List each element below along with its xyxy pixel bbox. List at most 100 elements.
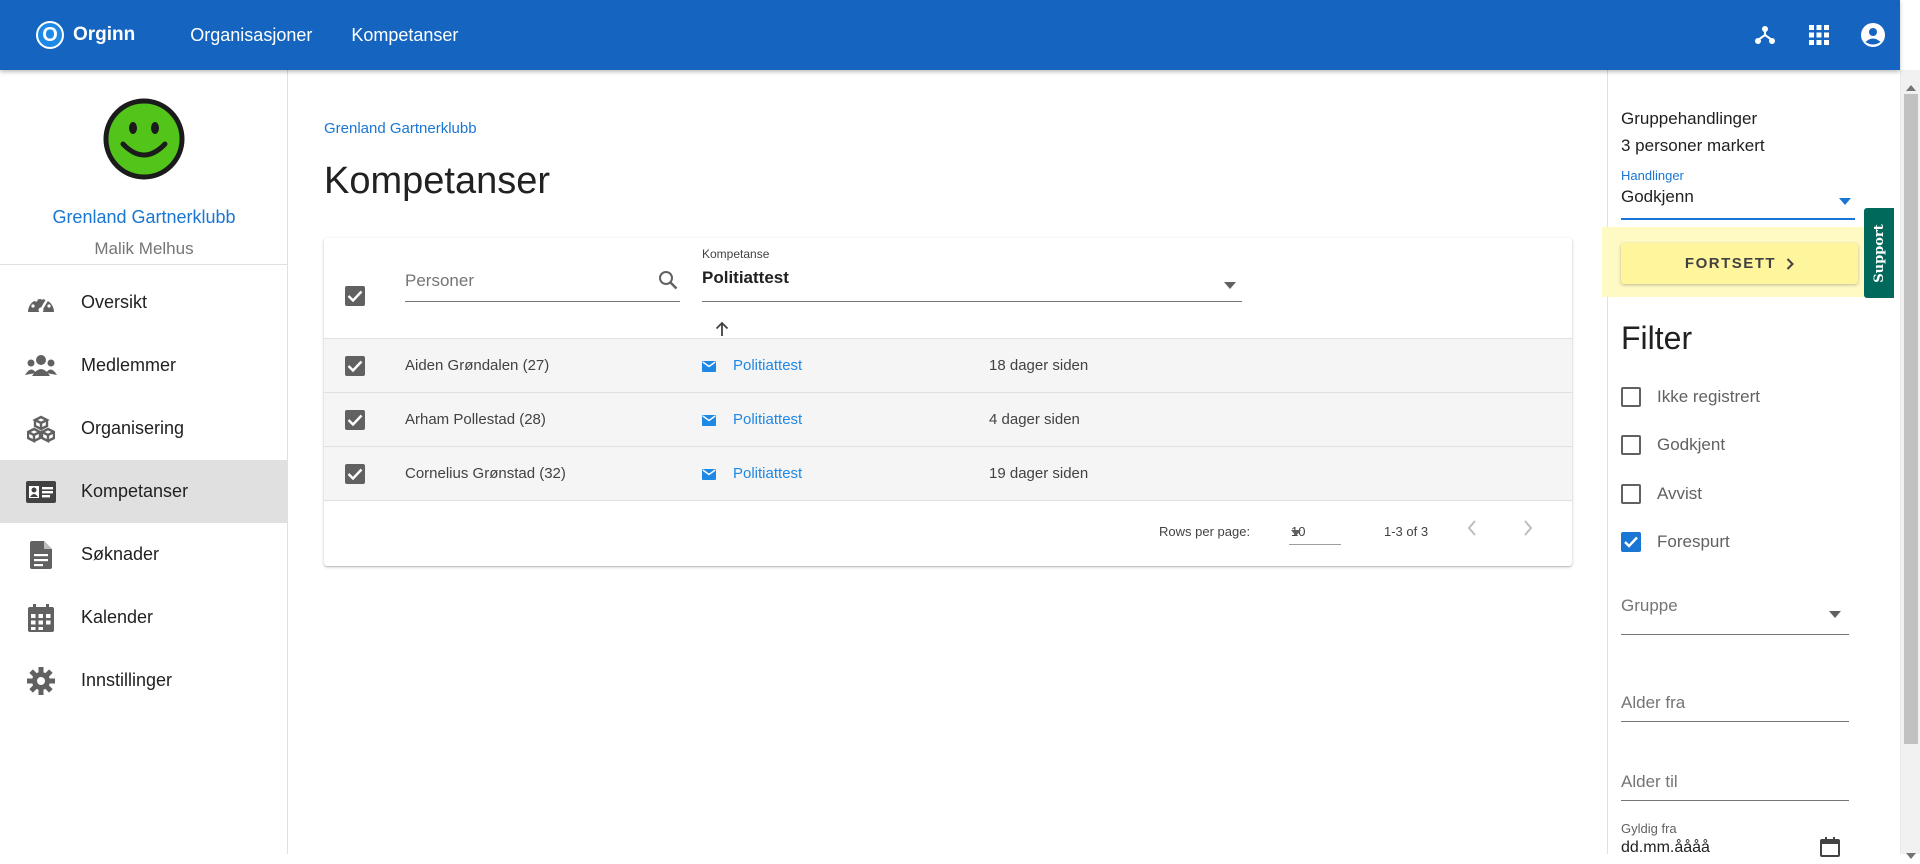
sidebar-item-kalender[interactable]: Kalender xyxy=(0,586,288,649)
persons-search-field[interactable] xyxy=(405,256,680,302)
nav-kompetanser[interactable]: Kompetanser xyxy=(351,25,458,46)
breadcrumb[interactable]: Grenland Gartnerklubb xyxy=(324,120,477,137)
filter-label: Godkjent xyxy=(1657,435,1726,454)
sidebar-item-kompetanser[interactable]: Kompetanser xyxy=(0,460,288,523)
page-title: Kompetanser xyxy=(324,160,551,202)
filter-forespurt[interactable]: Forespurt xyxy=(1621,530,1730,554)
select-all-checkbox[interactable] xyxy=(345,286,365,306)
kompetanse-select-label: Kompetanse xyxy=(702,247,770,261)
sidebar-item-label: Medlemmer xyxy=(81,355,177,375)
user-name: Malik Melhus xyxy=(94,239,194,258)
rows-per-page-label: Rows per page: xyxy=(1159,524,1251,539)
filter-label: Avvist xyxy=(1657,484,1703,503)
cubes-icon xyxy=(24,412,58,446)
person-name: Cornelius Grønstad (32) xyxy=(405,465,566,482)
search-icon[interactable] xyxy=(658,270,678,295)
avatar xyxy=(103,98,185,180)
kompetanse-select-value: Politiattest xyxy=(702,268,789,287)
checkbox[interactable] xyxy=(1621,435,1641,455)
row-checkbox[interactable] xyxy=(345,356,365,376)
people-icon xyxy=(24,349,58,383)
mail-icon xyxy=(702,467,716,484)
chevron-right-icon[interactable] xyxy=(1522,519,1534,540)
calendar-icon[interactable] xyxy=(1820,837,1840,862)
brand-logo: O xyxy=(36,21,64,49)
scrollbar[interactable] xyxy=(1900,70,1920,859)
age-to-label: Alder til xyxy=(1621,772,1678,791)
gear-icon xyxy=(24,664,58,698)
age-from-field[interactable]: Alder fra xyxy=(1621,682,1849,722)
speedometer-icon xyxy=(24,286,58,320)
kompetanse-table: Kompetanse Politiattest Aiden Grøndalen … xyxy=(324,238,1572,566)
scrollbar-thumb[interactable] xyxy=(1904,94,1918,744)
support-label: Support xyxy=(1871,223,1887,283)
scroll-down-icon[interactable] xyxy=(1906,846,1916,864)
group-actions-panel: Gruppehandlinger 3 personer markert Hand… xyxy=(1602,70,1871,857)
sidebar: Grenland Gartnerklubb Malik Melhus Overs… xyxy=(0,70,288,854)
divider xyxy=(0,264,288,265)
filter-label: Ikke registrert xyxy=(1657,387,1760,406)
caret-down-icon xyxy=(1839,192,1851,210)
table-pagination: Rows per page: 10 1-3 of 3 xyxy=(324,500,1572,560)
age-from-label: Alder fra xyxy=(1621,693,1686,712)
actions-select[interactable]: Handlinger Godkjenn xyxy=(1621,168,1855,220)
sidebar-item-oversikt[interactable]: Oversikt xyxy=(0,271,288,334)
main-content: Grenland Gartnerklubb Kompetanser Kompet… xyxy=(289,70,1607,854)
nav-organisasjoner[interactable]: Organisasjoner xyxy=(190,25,312,46)
filter-avvist[interactable]: Avvist xyxy=(1621,482,1702,506)
pagination-range: 1-3 of 3 xyxy=(1384,524,1429,539)
org-name[interactable]: Grenland Gartnerklubb xyxy=(0,207,288,228)
actions-select-label: Handlinger xyxy=(1621,168,1684,183)
table-row[interactable]: Aiden Grøndalen (27) Politiattest 18 dag… xyxy=(324,338,1572,392)
table-row[interactable]: Arham Pollestad (28) Politiattest 4 dage… xyxy=(324,392,1572,446)
kompetanse-link[interactable]: Politiattest xyxy=(733,357,802,374)
sidebar-item-label: Oversikt xyxy=(81,292,148,312)
continue-button[interactable]: FORTSETT xyxy=(1621,243,1858,284)
valid-from-input[interactable]: dd.mm.åååå xyxy=(1621,839,1710,857)
rows-per-page-select[interactable]: 10 xyxy=(1289,515,1341,545)
kompetanse-select[interactable]: Kompetanse Politiattest xyxy=(702,242,1242,302)
mail-icon xyxy=(702,413,716,430)
row-checkbox[interactable] xyxy=(345,410,365,430)
sidebar-item-label: Innstillinger xyxy=(81,670,173,690)
group-select[interactable]: Gruppe xyxy=(1621,593,1849,635)
app-bar: O Orginn Organisasjoner Kompetanser xyxy=(0,0,1900,70)
filter-title: Filter xyxy=(1621,320,1693,356)
checkbox[interactable] xyxy=(1621,387,1641,407)
sidebar-item-soknader[interactable]: Søknader xyxy=(0,523,288,586)
row-checkbox[interactable] xyxy=(345,464,365,484)
checkbox[interactable] xyxy=(1621,484,1641,504)
person-name: Arham Pollestad (28) xyxy=(405,411,546,428)
request-time: 19 dager siden xyxy=(989,465,1089,482)
sidebar-item-organisering[interactable]: Organisering xyxy=(0,397,288,460)
persons-search-input[interactable] xyxy=(405,271,635,291)
filter-label: Forespurt xyxy=(1657,532,1730,551)
kompetanse-link[interactable]: Politiattest xyxy=(733,465,802,482)
sidebar-item-label: Organisering xyxy=(81,418,185,438)
document-icon xyxy=(24,538,58,572)
support-tab[interactable]: Support xyxy=(1864,208,1894,298)
continue-button-label: FORTSETT xyxy=(1684,255,1777,272)
request-time: 18 dager siden xyxy=(989,357,1089,374)
mail-icon xyxy=(702,359,716,376)
checkbox-checked[interactable] xyxy=(1621,532,1641,552)
hierarchy-icon[interactable] xyxy=(1738,23,1792,47)
account-circle-icon[interactable] xyxy=(1846,22,1900,48)
kompetanse-link[interactable]: Politiattest xyxy=(733,411,802,428)
filter-godkjent[interactable]: Godkjent xyxy=(1621,433,1725,457)
apps-grid-icon[interactable] xyxy=(1792,24,1846,46)
sidebar-menu: Oversikt Medlemmer Organisering Kompetan… xyxy=(0,271,288,712)
table-body: Aiden Grøndalen (27) Politiattest 18 dag… xyxy=(324,338,1572,500)
calendar-icon xyxy=(24,601,58,635)
table-row[interactable]: Cornelius Grønstad (32) Politiattest 19 … xyxy=(324,446,1572,500)
actions-select-value: Godkjenn xyxy=(1621,187,1694,206)
sidebar-item-innstillinger[interactable]: Innstillinger xyxy=(0,649,288,712)
sidebar-item-label: Kalender xyxy=(81,607,154,627)
brand[interactable]: O Orginn xyxy=(36,21,135,49)
selected-count: 3 personer markert xyxy=(1621,136,1765,155)
age-to-field[interactable]: Alder til xyxy=(1621,761,1849,801)
chevron-left-icon[interactable] xyxy=(1466,519,1478,540)
sidebar-item-medlemmer[interactable]: Medlemmer xyxy=(0,334,288,397)
filter-ikke-registrert[interactable]: Ikke registrert xyxy=(1621,385,1760,409)
sidebar-item-label: Søknader xyxy=(81,544,160,564)
